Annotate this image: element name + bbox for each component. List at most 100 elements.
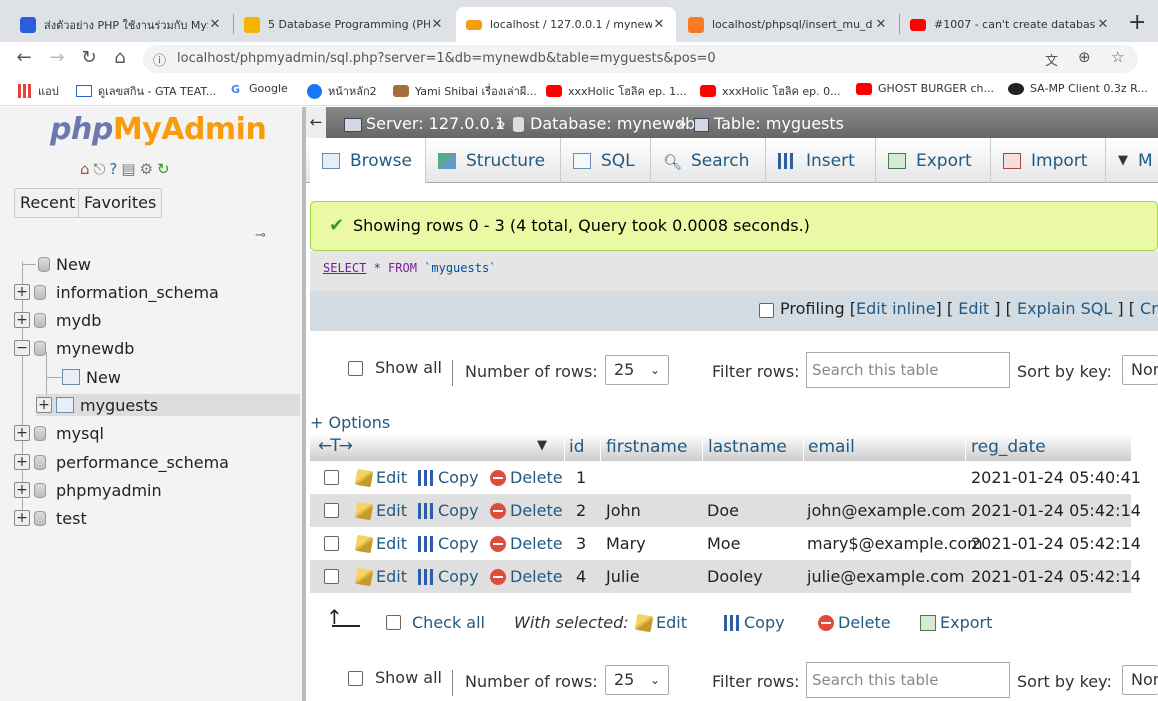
bulk-copy-button[interactable]: Copy (724, 613, 785, 632)
cell-reg-date[interactable]: 2021-01-24 05:42:14 (971, 567, 1141, 586)
favorites-button[interactable]: Favorites (78, 188, 163, 218)
logout-icon[interactable]: ⎋ (94, 160, 106, 178)
panel-splitter[interactable] (302, 107, 306, 701)
bookmark-item[interactable]: xxxHolic โฮลิค ep. 0... (700, 82, 841, 100)
cell-email[interactable]: john@example.com (807, 501, 966, 520)
star-icon[interactable]: ☆ (1111, 48, 1124, 66)
cell-reg-date[interactable]: 2021-01-24 05:42:14 (971, 501, 1141, 520)
tab-insert[interactable]: Insert (766, 138, 876, 183)
cell-email[interactable]: mary$@example.com (807, 534, 983, 553)
edit-link[interactable]: Edit (958, 299, 989, 318)
tree-db-test[interactable]: + test (14, 507, 87, 529)
tree-db-performance-schema[interactable]: + performance_schema (14, 451, 229, 473)
cell-id[interactable]: 4 (576, 567, 586, 586)
sql-keyword[interactable]: SELECT (323, 261, 366, 275)
edit-link[interactable]: Edit (354, 534, 407, 553)
bookmark-item[interactable]: Yami Shibai เรื่องเล่าผี... (393, 82, 537, 100)
zoom-icon[interactable]: ⊕ (1078, 48, 1091, 66)
delete-link[interactable]: Delete (490, 468, 563, 487)
tree-db-mysql[interactable]: + mysql (14, 422, 104, 444)
collapse-panel-icon[interactable]: ← (306, 107, 326, 138)
tab-structure[interactable]: Structure (426, 138, 561, 183)
docs-icon[interactable]: ▤ (121, 160, 135, 178)
settings-icon[interactable]: ⚙ (140, 160, 153, 178)
tab-browse[interactable]: Browse (310, 138, 426, 183)
help-icon[interactable]: ? (109, 160, 117, 178)
sort-by-key-select[interactable]: Non (1122, 665, 1158, 695)
browser-tab-5[interactable]: #1007 - can't create database ✕ (900, 7, 1120, 42)
cell-id[interactable]: 1 (576, 468, 586, 487)
filter-rows-input[interactable]: Search this table (806, 662, 1010, 698)
column-header-id[interactable]: id (569, 437, 585, 457)
close-icon[interactable]: ✕ (1096, 17, 1110, 32)
bookmark-item[interactable]: หน้าหลัก2 (307, 82, 377, 100)
address-bar[interactable]: ⓘ localhost/phpmyadmin/sql.php?server=1&… (143, 45, 1138, 73)
collapse-icon[interactable]: − (14, 340, 30, 356)
delete-link[interactable]: Delete (490, 567, 563, 586)
close-icon[interactable]: ✕ (652, 17, 666, 32)
tree-db-information-schema[interactable]: + information_schema (14, 281, 219, 303)
cell-firstname[interactable]: John (606, 501, 641, 520)
bookmark-item[interactable]: GHOST BURGER ch... (856, 82, 994, 95)
column-header-reg-date[interactable]: reg_date (971, 437, 1046, 457)
bookmark-item[interactable]: SA-MP Client 0.3z R... (1008, 82, 1148, 95)
show-all-checkbox[interactable] (348, 671, 363, 686)
row-checkbox[interactable] (324, 569, 339, 584)
phpmyadmin-logo[interactable]: phpMyAdmin (50, 112, 267, 147)
cell-id[interactable]: 2 (576, 501, 586, 520)
back-icon[interactable]: ← (12, 46, 36, 70)
cell-lastname[interactable]: Moe (707, 534, 740, 553)
expand-icon[interactable]: + (36, 397, 52, 413)
edit-link[interactable]: Edit (354, 468, 407, 487)
tab-more[interactable]: ▼ M (1106, 138, 1158, 183)
close-icon[interactable]: ✕ (208, 17, 222, 32)
browser-tab-3[interactable]: localhost / 127.0.0.1 / mynewdb ✕ (456, 7, 676, 42)
row-checkbox[interactable] (324, 503, 339, 518)
home-icon[interactable]: ⌂ (80, 160, 90, 178)
cell-firstname[interactable]: Mary (606, 534, 646, 553)
recent-button[interactable]: Recent (14, 188, 82, 218)
chevron-down-icon[interactable]: ▼ (537, 438, 547, 453)
breadcrumb-database[interactable]: Database: mynewdb (530, 114, 695, 133)
edit-link[interactable]: Edit (354, 501, 407, 520)
info-icon[interactable]: ⓘ (153, 50, 166, 69)
link-icon[interactable]: ⊸ (255, 228, 266, 243)
show-all-checkbox[interactable] (348, 361, 363, 376)
column-header-firstname[interactable]: firstname (606, 437, 687, 457)
breadcrumb-server[interactable]: Server: 127.0.0.1 (366, 114, 505, 133)
home-icon[interactable]: ⌂ (108, 46, 132, 70)
tree-table-myguests[interactable]: + myguests (36, 394, 300, 416)
delete-link[interactable]: Delete (490, 501, 563, 520)
tree-db-mydb[interactable]: + mydb (14, 309, 101, 331)
column-resize-icon[interactable]: ←T→ (318, 436, 353, 456)
copy-link[interactable]: Copy (418, 468, 479, 487)
forward-icon[interactable]: → (45, 46, 69, 70)
cell-lastname[interactable]: Doe (707, 501, 739, 520)
bookmark-item[interactable]: ดูเลขสกิน - GTA TEAT... (76, 82, 216, 100)
browser-tab-1[interactable]: ส่งตัวอย่าง PHP ใช้งานร่วมกับ MySQ ✕ (10, 7, 232, 42)
cell-reg-date[interactable]: 2021-01-24 05:42:14 (971, 534, 1141, 553)
bookmark-item[interactable]: xxxHolic โฮลิค ep. 1... (546, 82, 687, 100)
copy-link[interactable]: Copy (418, 534, 479, 553)
delete-link[interactable]: Delete (490, 534, 563, 553)
cell-lastname[interactable]: Dooley (707, 567, 763, 586)
expand-icon[interactable]: + (14, 284, 30, 300)
bulk-edit-button[interactable]: Edit (634, 613, 687, 632)
tab-search[interactable]: 🔍︎ Search (651, 138, 766, 183)
column-header-email[interactable]: email (808, 437, 855, 457)
translate-icon[interactable]: 文 (1045, 50, 1058, 69)
options-toggle[interactable]: + Options (310, 413, 390, 432)
bookmark-apps[interactable]: แอป (18, 82, 59, 100)
tab-sql[interactable]: SQL (561, 138, 651, 183)
copy-link[interactable]: Copy (418, 567, 479, 586)
filter-rows-input[interactable]: Search this table (806, 352, 1010, 388)
tree-table-new[interactable]: New (46, 366, 121, 388)
rows-per-page-select[interactable]: 25 ⌄ (605, 665, 669, 695)
expand-icon[interactable]: + (14, 482, 30, 498)
browser-tab-2[interactable]: 5 Database Programming (PHP ✕ (234, 7, 454, 42)
bulk-export-button[interactable]: Export (920, 613, 992, 632)
close-icon[interactable]: ✕ (874, 17, 888, 32)
row-checkbox[interactable] (324, 536, 339, 551)
close-icon[interactable]: ✕ (430, 17, 444, 32)
url-text[interactable]: localhost/phpmyadmin/sql.php?server=1&db… (177, 51, 716, 66)
